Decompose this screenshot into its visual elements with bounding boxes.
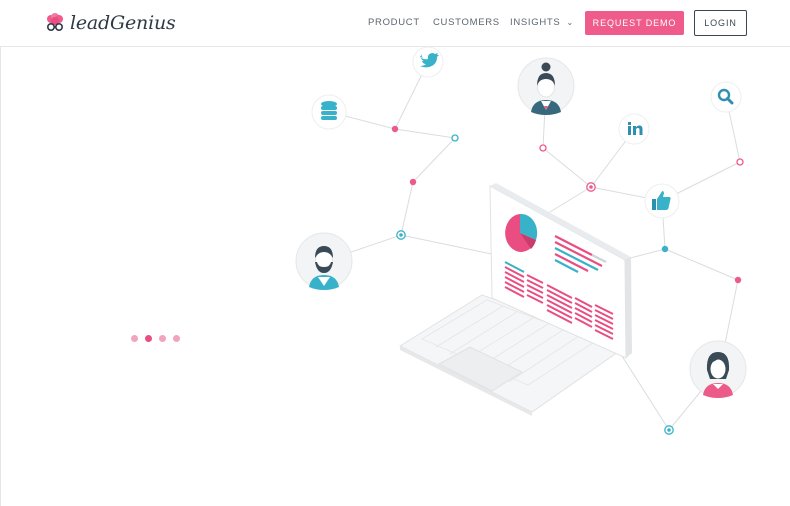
carousel-dot-4[interactable] <box>173 335 180 342</box>
hero-illustration <box>295 46 747 435</box>
database-icon <box>311 94 347 130</box>
twitter-icon <box>412 46 444 78</box>
thumbs-up-icon <box>644 183 680 219</box>
laptop-illustration <box>398 183 632 416</box>
carousel-dot-3[interactable] <box>159 335 166 342</box>
carousel-dot-2[interactable] <box>145 335 152 342</box>
carousel-dots <box>131 335 180 342</box>
search-icon <box>710 81 742 113</box>
carousel-dot-1[interactable] <box>131 335 138 342</box>
woman-avatar-2 <box>689 340 747 398</box>
page: leadGenius PRODUCT CUSTOMERS INSIGHTS ⌄ R… <box>0 0 790 506</box>
woman-avatar <box>517 57 575 115</box>
man-avatar <box>295 232 353 290</box>
linkedin-icon <box>618 113 650 145</box>
